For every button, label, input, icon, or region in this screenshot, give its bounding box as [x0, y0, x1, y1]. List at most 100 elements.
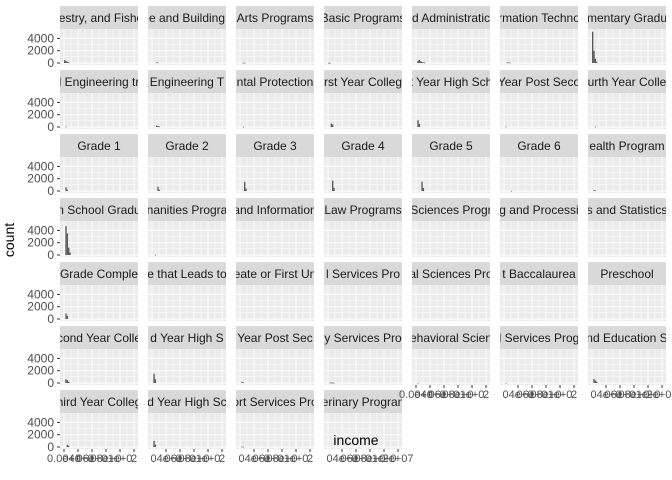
facet-strip-label: Engineering T [150, 75, 225, 89]
facet-panel: Arts Programs [236, 6, 314, 65]
y-tick-label: 0 [47, 120, 54, 134]
y-tick-label: 4000 [27, 287, 54, 301]
histogram-bar [510, 190, 513, 192]
facet-strip-label: rst Year Colleg [324, 75, 402, 89]
x-tick-label: 1e+0 [284, 453, 309, 465]
histogram-bar [418, 123, 421, 127]
facet-strip-label: ehavioral Scien [410, 331, 492, 345]
histogram-bar [332, 382, 334, 384]
facet-panel: Sciences Progr [410, 198, 491, 257]
y-tick-label: 2000 [27, 364, 54, 378]
y-axis-title: count [1, 223, 17, 257]
facet-panel: y Services Pro [324, 326, 402, 385]
facet-panel: rst Year Colleg [324, 70, 402, 129]
facet-strip-label: Year Post Sec [237, 331, 313, 345]
facet-strip-label: ntal Protection [237, 75, 314, 89]
histogram-bar [153, 373, 155, 383]
facet-panel: d Year High Sc [148, 390, 226, 449]
facet-strip-label: Grade 3 [253, 139, 297, 153]
facet-panel: ort Services Pro [236, 390, 314, 449]
histogram-bar [245, 188, 247, 191]
x-tick-label: 2e+07 [647, 389, 672, 401]
histogram-bar [422, 187, 425, 191]
x-tick-label: 2 [571, 389, 577, 401]
y-tick-label: 2000 [27, 172, 54, 186]
facet-panel: Grade 3 [236, 134, 314, 193]
facet-panels: restry, and Fishe e and Building Arts Prog… [55, 6, 668, 449]
facet-panel: Grade 5 [412, 134, 490, 193]
facet-panel: Year Post Sec [236, 326, 314, 385]
histogram-bar [158, 126, 161, 128]
facet-strip-label: rmation Techno [498, 11, 580, 25]
y-tick-label: 2000 [27, 428, 54, 442]
x-tick-label: 2 [219, 453, 225, 465]
y-tick-label: 2000 [27, 44, 54, 58]
facet-strip-label: mentary Gradu [587, 11, 667, 25]
facet-panel: nd Education S [588, 326, 666, 385]
histogram-bar [594, 190, 597, 192]
histogram-bar [421, 62, 423, 63]
y-tick-label: 2000 [27, 236, 54, 250]
facet-strip-label: Sciences Progr [410, 203, 491, 217]
x-axis-title: income [333, 432, 378, 448]
y-tick-label: 4000 [27, 415, 54, 429]
facet-strip-label: l Services Pro [326, 267, 400, 281]
histogram-bar [505, 382, 507, 384]
facet-panel: urth Year Colle [588, 70, 666, 129]
histogram-bar [333, 382, 335, 384]
facet-panel: cond Year Colle [60, 326, 138, 385]
facet-panel: l Services Pro [324, 262, 402, 321]
facet-strip-label: Grade 4 [341, 139, 385, 153]
histogram-bar [505, 126, 507, 128]
facet-panel: Grade 4 [324, 134, 402, 193]
histogram-bar [65, 313, 67, 319]
histogram-bar [66, 61, 69, 63]
histogram-bar [418, 60, 421, 63]
facet-panel: ehavioral Scien [410, 326, 492, 385]
facet-panel: Grade 6 [500, 134, 578, 193]
facet-panel: Law Programs [324, 198, 402, 257]
histogram-bar [66, 233, 69, 255]
histogram-bar [332, 124, 334, 127]
facet-strip-label: e that Leads to [147, 267, 227, 281]
facet-strip-label: Grade 6 [517, 139, 561, 153]
facet-strip-label: l Engineering tr [59, 75, 140, 89]
histogram-bar [66, 189, 69, 191]
histogram-bar [244, 62, 246, 64]
histogram-bar [154, 379, 157, 383]
facet-panel: n School Gradu [60, 198, 138, 257]
x-tick-label: 2e+07 [383, 453, 414, 465]
facet-panel: Grade 1 [60, 134, 138, 193]
facet-strip-label: d Year High S [150, 331, 223, 345]
histogram-bar [417, 120, 419, 127]
facet-panel: restry, and Fishe [55, 6, 144, 65]
facet-panel: d Administratic [412, 6, 490, 65]
facet-strip-label: g and Processi [499, 203, 578, 217]
facet-strip-label: restry, and Fishe [55, 11, 144, 25]
histogram-bar [242, 126, 245, 128]
facet-panel: Grade 2 [148, 134, 226, 193]
histogram-bar [421, 181, 423, 191]
facet-strip-label: hird Year Colleg [57, 395, 142, 409]
facet-strip-label: d Administratic [412, 11, 490, 25]
facet-panel: s and Statistics [587, 198, 668, 257]
y-tick-label: 0 [47, 56, 54, 70]
x-tick-label: 1e+0 [108, 453, 133, 465]
facet-strip-label: Grade 1 [77, 139, 121, 153]
facet-panel: mentary Gradu [587, 6, 667, 65]
histogram-bar [153, 440, 155, 447]
facet-strip-label: eate or First Un [234, 267, 317, 281]
y-tick-label: 4000 [27, 95, 54, 109]
facet-strip-label: l Services Prog [499, 331, 580, 345]
facet-strip-label: Law Programs [324, 203, 401, 217]
facet-strip-label: Grade 5 [429, 139, 473, 153]
x-tick-label: 2 [483, 389, 489, 401]
histogram-bar [65, 187, 67, 191]
histogram-bar [509, 62, 511, 64]
facet-panel: l Services Prog [499, 326, 580, 385]
facet-strip-label: s and Statistics [587, 203, 668, 217]
facet-strip-label: nanities Progra [147, 203, 228, 217]
facet-panel: l Engineering tr [59, 70, 140, 129]
histogram-bar [68, 247, 70, 255]
x-tick-label: 2 [307, 453, 313, 465]
